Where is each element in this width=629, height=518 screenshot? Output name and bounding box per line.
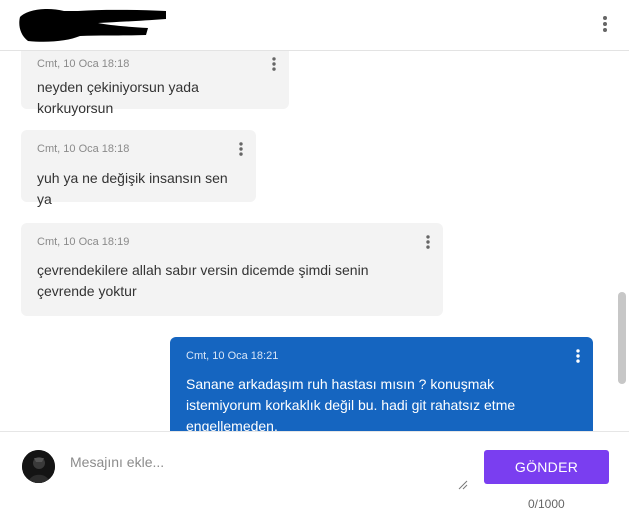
- character-counter: 0/1000: [528, 497, 565, 511]
- redacted-username: [19, 9, 166, 42]
- message-options-icon[interactable]: [268, 56, 280, 71]
- more-options-icon[interactable]: [598, 15, 612, 33]
- message-bubble: Cmt, 10 Oca 18:18 yuh ya ne değişik insa…: [21, 130, 256, 207]
- send-button[interactable]: GÖNDER: [484, 450, 609, 484]
- scrollbar-thumb[interactable]: [618, 292, 626, 384]
- message-list[interactable]: Cmt, 10 Oca 18:18 neyden çekiniyorsun ya…: [0, 51, 629, 431]
- message-timestamp: Cmt, 10 Oca 18:19: [37, 236, 130, 248]
- message-options-icon[interactable]: [235, 141, 247, 156]
- message-bubble: Cmt, 10 Oca 18:19 çevrendekilere allah s…: [21, 223, 443, 316]
- message-bubble: Cmt, 10 Oca 18:18 neyden çekiniyorsun ya…: [21, 51, 289, 116]
- message-text: yuh ya ne değişik insansın sen ya: [37, 170, 228, 207]
- message-bubble-own: Cmt, 10 Oca 18:21 Sanane arkadaşım ruh h…: [170, 337, 593, 431]
- message-timestamp: Cmt, 10 Oca 18:21: [186, 350, 279, 362]
- avatar: [22, 450, 55, 483]
- resize-handle-icon[interactable]: [458, 480, 468, 490]
- message-text: neyden çekiniyorsun yada korkuyorsun: [37, 79, 199, 116]
- compose-bar: GÖNDER 0/1000: [0, 431, 629, 518]
- message-options-icon[interactable]: [422, 234, 434, 249]
- message-timestamp: Cmt, 10 Oca 18:18: [37, 143, 130, 155]
- message-timestamp: Cmt, 10 Oca 18:18: [37, 58, 130, 70]
- message-text: çevrendekilere allah sabır versin dicemd…: [37, 262, 369, 299]
- message-text: Sanane arkadaşım ruh hastası mısın ? kon…: [186, 376, 516, 431]
- chat-header: [0, 0, 629, 51]
- message-input[interactable]: [70, 454, 467, 490]
- message-options-icon[interactable]: [572, 348, 584, 363]
